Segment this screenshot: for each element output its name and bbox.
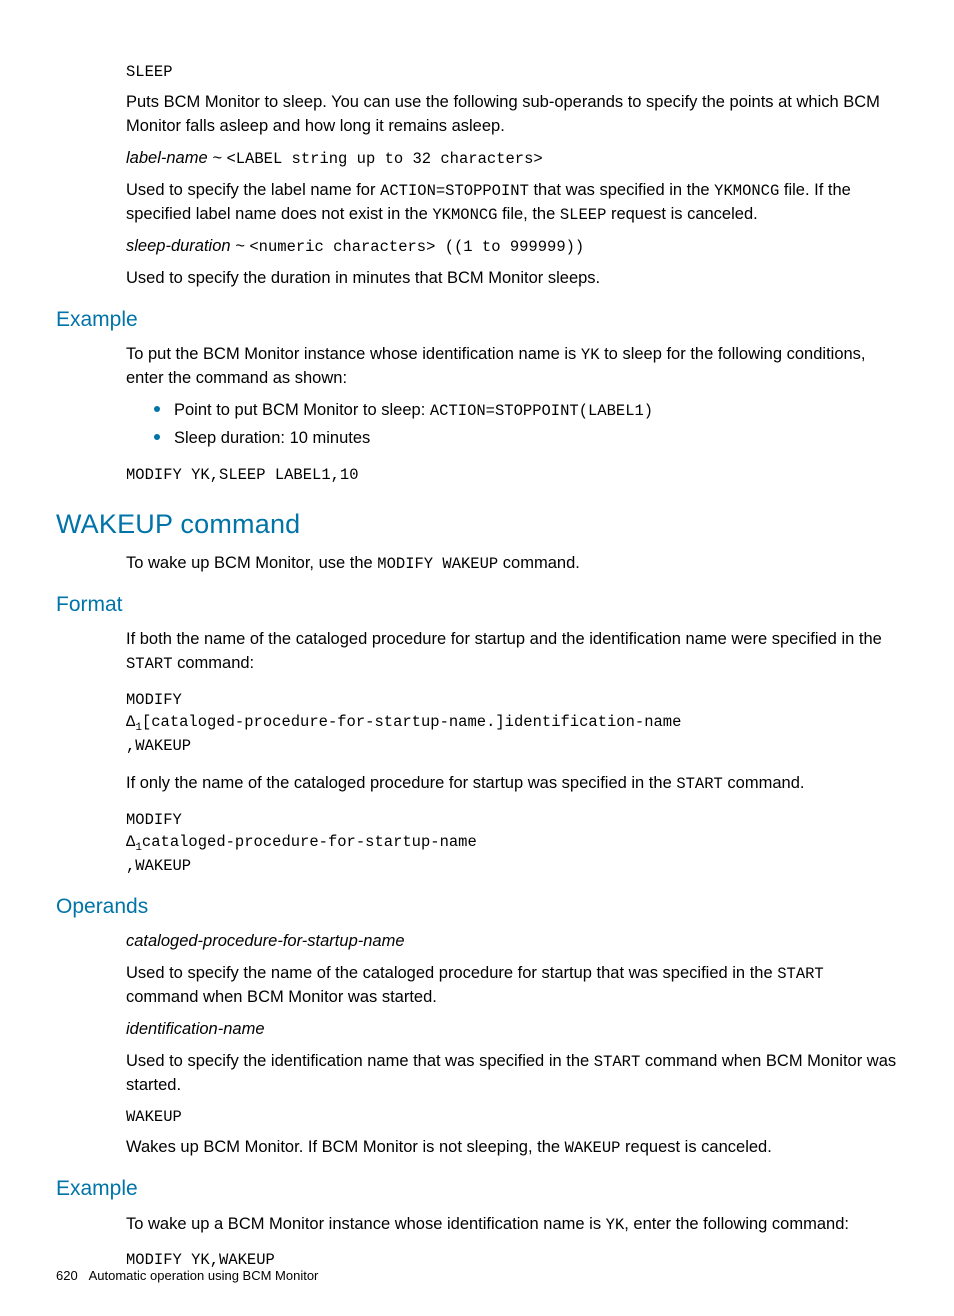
format-content: If both the name of the cataloged proced… — [126, 628, 898, 877]
example2-content: To wake up a BCM Monitor instance whose … — [126, 1213, 898, 1273]
operand-2-desc: Used to specify the identification name … — [126, 1050, 898, 1098]
format-intro: If both the name of the cataloged proced… — [126, 628, 898, 676]
example2-intro: To wake up a BCM Monitor instance whose … — [126, 1213, 898, 1237]
wakeup-intro: To wake up BCM Monitor, use the MODIFY W… — [126, 552, 898, 576]
operand-3-desc: Wakes up BCM Monitor. If BCM Monitor is … — [126, 1136, 898, 1160]
operands-content: cataloged-procedure-for-startup-name Use… — [126, 930, 898, 1160]
labelname-syntax: label-name ~ <LABEL string up to 32 char… — [126, 147, 898, 171]
format-mid: If only the name of the cataloged proced… — [126, 772, 898, 796]
wakeup-intro-block: To wake up BCM Monitor, use the MODIFY W… — [126, 552, 898, 576]
sleep-description: Puts BCM Monitor to sleep. You can use t… — [126, 91, 898, 139]
format-heading: Format — [56, 590, 898, 620]
sleepduration-description: Used to specify the duration in minutes … — [126, 267, 898, 291]
page: SLEEP Puts BCM Monitor to sleep. You can… — [0, 0, 954, 1316]
operand-1-desc: Used to specify the name of the cataloge… — [126, 962, 898, 1010]
example1-content: To put the BCM Monitor instance whose id… — [126, 343, 898, 486]
operands-heading: Operands — [56, 892, 898, 922]
example1-heading: Example — [56, 305, 898, 335]
page-footer: 620 Automatic operation using BCM Monito… — [56, 1267, 318, 1286]
wakeup-heading: WAKEUP command — [56, 505, 898, 544]
labelname-description: Used to specify the label name for ACTIO… — [126, 179, 898, 227]
format-codeblock-1: MODIFY Δ1[cataloged-procedure-for-startu… — [126, 690, 898, 758]
example1-bullet-2: Sleep duration: 10 minutes — [154, 427, 898, 451]
operand-2-name: identification-name — [126, 1018, 898, 1042]
example1-codeblock: MODIFY YK,SLEEP LABEL1,10 — [126, 465, 898, 487]
sleepdur-code: <numeric characters> ((1 to 999999)) — [249, 238, 584, 256]
sleepduration-syntax: sleep-duration ~ <numeric characters> ((… — [126, 235, 898, 259]
example1-bullets: Point to put BCM Monitor to sleep: ACTIO… — [126, 399, 898, 451]
sleep-label: SLEEP — [126, 61, 898, 83]
labelname-code: <LABEL string up to 32 characters> — [226, 150, 542, 168]
format-codeblock-2: MODIFY Δ1cataloged-procedure-for-startup… — [126, 810, 898, 878]
operand-1-name: cataloged-procedure-for-startup-name — [126, 930, 898, 954]
sleepdur-prefix: sleep-duration ~ — [126, 237, 249, 255]
operand-3-name: WAKEUP — [126, 1106, 898, 1128]
example2-heading: Example — [56, 1174, 898, 1204]
example1-bullet-1: Point to put BCM Monitor to sleep: ACTIO… — [154, 399, 898, 423]
sleep-section: SLEEP Puts BCM Monitor to sleep. You can… — [126, 61, 898, 291]
labelname-prefix: label-name ~ — [126, 149, 226, 167]
example1-intro: To put the BCM Monitor instance whose id… — [126, 343, 898, 391]
